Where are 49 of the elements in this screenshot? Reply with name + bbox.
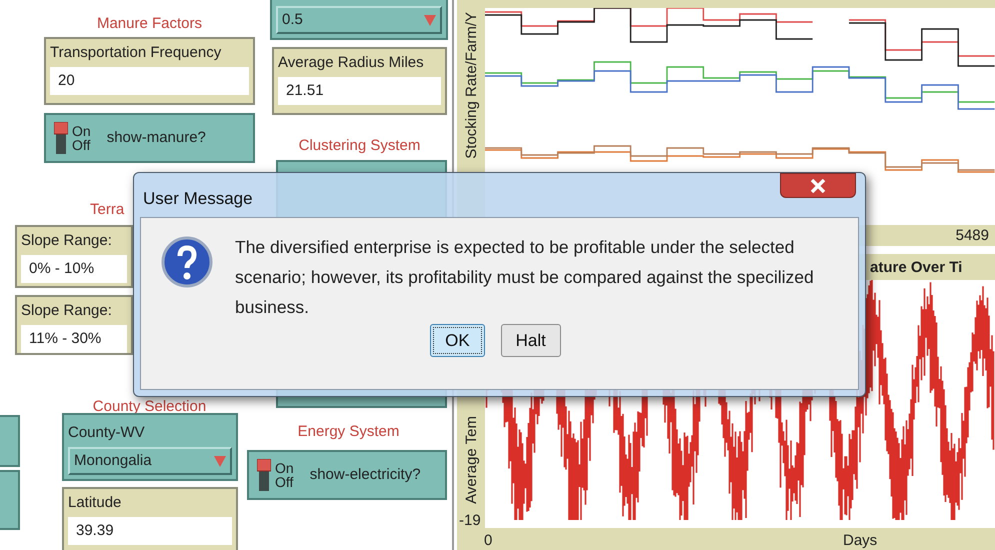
switch-label: show-electricity?: [310, 464, 421, 485]
monitor-label: Slope Range:: [21, 301, 113, 321]
axis-label: Average Tem: [462, 416, 481, 504]
switch-widget[interactable]: On Off show-manure?: [44, 113, 255, 163]
axis-label: Stocking Rate/Farm/Y: [462, 12, 481, 159]
monitor-label: Slope Range:: [21, 231, 113, 251]
dialog-message: The diversified enterprise is expected to be profitable under the selected scenario; however, its profitability must be compared against the specilized business.: [235, 236, 815, 319]
monitor-value: 0% - 10%: [21, 255, 127, 283]
section-label: Energy System: [296, 422, 400, 442]
dialog-button[interactable]: Halt: [500, 324, 561, 357]
monitor-value: 11% - 30%: [21, 325, 127, 353]
question-icon: [161, 236, 213, 288]
section-label: Clustering System: [298, 136, 422, 156]
monitor-value: 20: [50, 67, 249, 95]
section-label: Terra: [90, 200, 126, 220]
chooser-value: 0.5: [282, 10, 303, 30]
monitor-label: Average Radius Miles: [278, 53, 425, 73]
axis-tick-label: -19: [459, 511, 481, 531]
chooser-widget[interactable]: 0.5: [270, 0, 448, 40]
axis-tick-label: 5489: [956, 226, 989, 246]
switch-widget[interactable]: On Off show-electricity?: [247, 450, 447, 500]
plot-title: ature Over Ti: [870, 258, 962, 278]
switch-label: show-manure?: [106, 128, 206, 148]
off-label: Off: [275, 475, 294, 489]
axis-label: Days: [843, 531, 878, 550]
switch-lever-icon[interactable]: [54, 122, 68, 154]
off-label: Off: [72, 138, 91, 152]
monitor-label: Transportation Frequency: [50, 43, 222, 63]
dropdown-triangle-icon: [424, 14, 436, 26]
dialog-title: User Message: [143, 188, 253, 210]
monitor-label: Latitude: [68, 493, 122, 513]
chooser-value-box[interactable]: 0.5: [276, 6, 442, 34]
widget-panel: [0, 470, 20, 530]
chooser-value: Monongalia: [74, 450, 152, 471]
monitor-value: 21.51: [278, 77, 441, 105]
dropdown-triangle-icon: [214, 455, 226, 467]
chooser-value-box[interactable]: Monongalia: [68, 447, 232, 475]
chooser-widget[interactable]: County-WV Monongalia: [62, 413, 238, 481]
chooser-label: County-WV: [68, 423, 146, 443]
close-button[interactable]: [780, 173, 856, 198]
widget-panel: [0, 415, 20, 467]
on-label: On: [72, 124, 91, 138]
monitor-value: 39.39: [68, 517, 232, 545]
switch-lever-icon[interactable]: [257, 459, 271, 491]
on-label: On: [275, 461, 294, 475]
dialog-button[interactable]: OK: [430, 324, 485, 357]
axis-tick-label: 0: [484, 531, 492, 550]
section-label: Manure Factors: [96, 14, 204, 34]
close-icon: [810, 178, 826, 192]
